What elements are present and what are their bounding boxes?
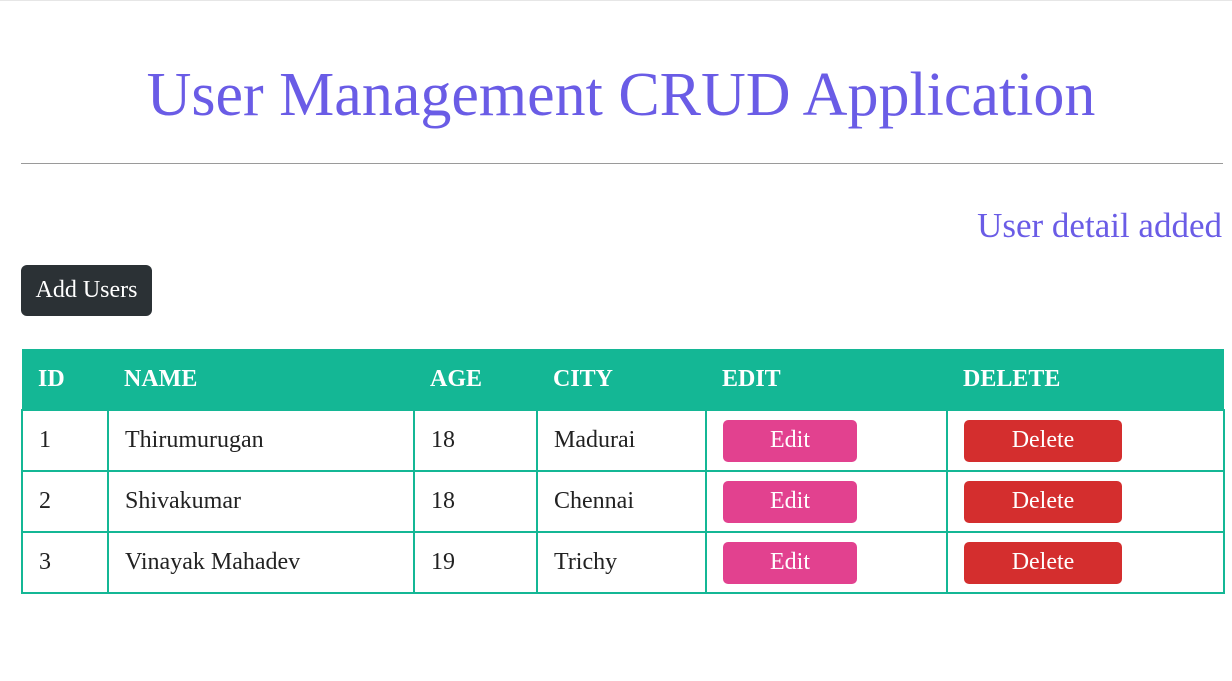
cell-name: Vinayak Mahadev [107,531,415,594]
cell-name: Shivakumar [107,470,415,533]
column-header-edit: EDIT [706,349,947,410]
cell-delete: Delete [946,409,1225,472]
cell-id: 1 [21,409,109,472]
add-users-button[interactable]: Add Users [21,265,152,316]
column-header-delete: DELETE [947,349,1224,410]
cell-edit: Edit [705,531,948,594]
cell-city: Madurai [536,409,707,472]
column-header-city: CITY [537,349,706,410]
title-divider [21,163,1223,164]
column-header-age: AGE [414,349,537,410]
delete-button[interactable]: Delete [964,419,1122,462]
edit-button[interactable]: Edit [723,480,857,523]
cell-id: 3 [21,531,109,594]
cell-delete: Delete [946,470,1225,533]
cell-age: 18 [413,409,538,472]
cell-age: 19 [413,531,538,594]
cell-id: 2 [21,470,109,533]
page-title: User Management CRUD Application [146,61,1096,129]
edit-button[interactable]: Edit [723,541,857,584]
edit-button[interactable]: Edit [723,419,857,462]
status-message: User detail added [977,206,1222,245]
cell-delete: Delete [946,531,1225,594]
table-row: 2 Shivakumar 18 Chennai Edit Delete [21,470,1225,533]
table-row: 3 Vinayak Mahadev 19 Trichy Edit Delete [21,531,1225,594]
cell-edit: Edit [705,470,948,533]
delete-button[interactable]: Delete [964,541,1122,584]
users-table: ID NAME AGE CITY EDIT DELETE 1 Thirumuru… [21,349,1225,594]
column-header-id: ID [22,349,108,410]
page: User Management CRUD Application User de… [0,0,1232,681]
table-row: 1 Thirumurugan 18 Madurai Edit Delete [21,409,1225,472]
cell-edit: Edit [705,409,948,472]
cell-city: Chennai [536,470,707,533]
cell-city: Trichy [536,531,707,594]
column-header-name: NAME [108,349,414,410]
cell-age: 18 [413,470,538,533]
table-header-row: ID NAME AGE CITY EDIT DELETE [22,349,1224,410]
delete-button[interactable]: Delete [964,480,1122,523]
cell-name: Thirumurugan [107,409,415,472]
